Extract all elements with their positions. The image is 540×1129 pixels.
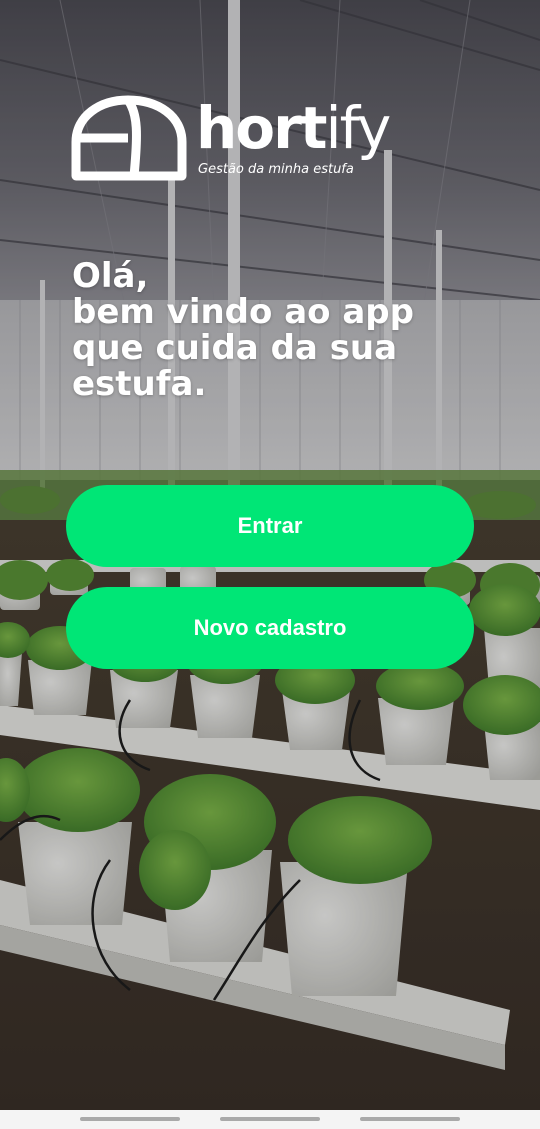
welcome-line: bem vindo ao app bbox=[72, 292, 414, 332]
welcome-heading: Olá, bem vindo ao app que cuida da sua e… bbox=[72, 258, 492, 402]
nav-home-handle[interactable] bbox=[220, 1117, 320, 1121]
nav-recents-handle[interactable] bbox=[80, 1117, 180, 1121]
login-button[interactable]: Entrar bbox=[66, 485, 474, 567]
greenhouse-arch-icon bbox=[71, 95, 187, 181]
register-button[interactable]: Novo cadastro bbox=[66, 587, 474, 669]
brand-tagline: Gestão da minha estufa bbox=[198, 162, 354, 177]
nav-back-handle[interactable] bbox=[360, 1117, 460, 1121]
welcome-line: que cuida da sua bbox=[72, 328, 398, 368]
welcome-screen: hortify Gestão da minha estufa Olá, bem … bbox=[0, 0, 540, 1129]
welcome-line: estufa. bbox=[72, 364, 207, 404]
welcome-line: Olá, bbox=[72, 256, 149, 296]
brand-name-bold: hort bbox=[196, 94, 327, 162]
brand-wordmark: hortify bbox=[196, 94, 391, 162]
system-navigation-bar bbox=[0, 1110, 540, 1129]
brand-name-thin: ify bbox=[325, 94, 391, 162]
hortify-logo: hortify Gestão da minha estufa bbox=[70, 94, 400, 186]
